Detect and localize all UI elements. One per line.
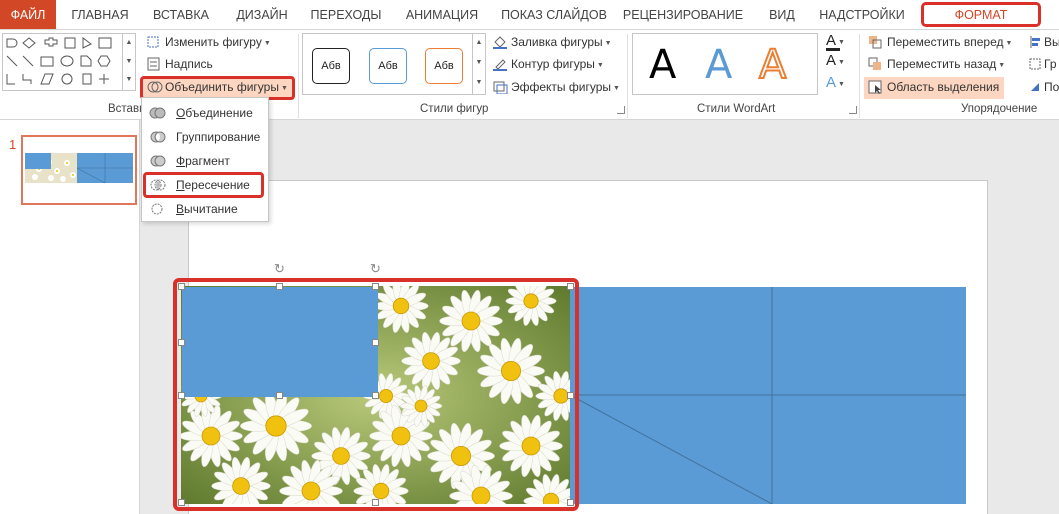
tab-slideshow[interactable]: ПОКАЗ СЛАЙДОВ <box>496 0 612 29</box>
resize-handle[interactable] <box>372 339 379 346</box>
edit-shape-icon <box>146 35 162 49</box>
group-label-shape-styles: Стили фигур <box>420 103 489 115</box>
menu-item-combine[interactable]: Группирование <box>142 126 268 148</box>
tab-home[interactable]: ГЛАВНАЯ <box>66 0 134 29</box>
tab-review[interactable]: РЕЦЕНЗИРОВАНИЕ <box>616 0 750 29</box>
wordart-preset-blue[interactable]: A <box>705 42 732 88</box>
caret-down-icon: ▼ <box>1005 40 1013 47</box>
union-icon <box>149 105 167 128</box>
wordart-gallery[interactable]: A A A <box>632 33 818 95</box>
caret-down-icon: ▼ <box>613 85 620 92</box>
align-button[interactable]: Вы <box>1029 32 1059 52</box>
text-outline-icon[interactable]: A ▼ <box>826 52 845 69</box>
style-preset-black[interactable]: Абв <box>312 48 350 84</box>
caret-down-icon: ▼ <box>280 85 288 92</box>
menu-item-fragment[interactable]: Фрагмент <box>142 150 268 172</box>
bring-forward-button[interactable]: Переместить вперед ▼ <box>868 32 1012 52</box>
slide-thumbnail[interactable] <box>21 135 137 205</box>
selection-pane-icon <box>868 80 884 94</box>
more-icon[interactable]: ▼ <box>473 74 485 94</box>
slide-number: 1 <box>9 137 17 152</box>
menu-item-union[interactable]: Объединение <box>142 102 268 124</box>
tab-insert[interactable]: ВСТАВКА <box>142 0 220 29</box>
resize-handle[interactable] <box>372 392 379 399</box>
wordart-preset-black[interactable]: A <box>649 42 676 88</box>
style-preset-orange[interactable]: Абв <box>425 48 463 84</box>
merge-shapes-icon <box>147 80 163 94</box>
resize-handle[interactable] <box>276 283 283 290</box>
shape-effects-button[interactable]: Эффекты фигуры ▼ <box>492 77 620 97</box>
dialog-launcher-icon[interactable] <box>617 106 625 114</box>
edit-shape-button[interactable]: Изменить фигуру ▼ <box>146 32 271 52</box>
caret-down-icon: ▼ <box>604 40 612 47</box>
wordart-preset-orange[interactable]: A <box>758 41 787 89</box>
combine-icon <box>149 129 167 152</box>
blue-grid-shape[interactable] <box>569 287 966 505</box>
chevron-down-icon[interactable]: ▼ <box>123 53 135 72</box>
effects-icon <box>492 80 508 95</box>
group-separator <box>298 34 299 118</box>
subtract-icon <box>149 201 167 224</box>
resize-handle[interactable] <box>372 283 379 290</box>
align-icon <box>1029 35 1041 49</box>
group-icon <box>1029 57 1041 71</box>
gallery-scroll[interactable]: ▲ ▼ ▼ <box>122 34 135 90</box>
chevron-up-icon[interactable]: ▲ <box>473 34 485 54</box>
paint-bucket-icon <box>492 35 508 49</box>
resize-handle[interactable] <box>178 339 185 346</box>
resize-handle[interactable] <box>372 499 379 506</box>
format-tab-highlight <box>921 2 1041 27</box>
chevron-up-icon[interactable]: ▲ <box>123 34 135 53</box>
shape-styles-gallery[interactable]: Абв Абв Абв ▲ ▼ ▼ <box>302 33 486 95</box>
send-backward-icon <box>868 57 884 71</box>
bring-forward-icon <box>868 35 884 49</box>
text-fill-color-bar <box>826 48 840 51</box>
group-separator <box>627 34 628 118</box>
slides-panel: 1 <box>0 120 140 514</box>
rotate-handle-icon[interactable]: ↻ <box>274 261 285 277</box>
merge-shapes-menu: Объединение Группирование Фрагмент Перес… <box>141 97 269 222</box>
rotate-handle-icon[interactable]: ↻ <box>370 261 381 277</box>
caret-down-icon: ▼ <box>998 62 1006 69</box>
tab-transitions[interactable]: ПЕРЕХОДЫ <box>306 0 386 29</box>
selection-pane-button[interactable]: Область выделения <box>868 77 999 97</box>
resize-handle[interactable] <box>178 392 185 399</box>
send-backward-button[interactable]: Переместить назад ▼ <box>868 54 1005 74</box>
resize-handle[interactable] <box>178 499 185 506</box>
menu-item-subtract[interactable]: Вычитание <box>142 198 268 220</box>
caret-down-icon: ▼ <box>596 62 604 69</box>
resize-handle[interactable] <box>567 499 574 506</box>
group-objects-button[interactable]: Гр <box>1029 54 1057 74</box>
text-box-icon <box>146 57 162 71</box>
rotate-button[interactable]: По <box>1029 77 1059 97</box>
style-preset-blue[interactable]: Абв <box>369 48 407 84</box>
shape-outline-button[interactable]: Контур фигуры ▼ <box>492 54 604 74</box>
group-label-wordart: Стили WordArt <box>697 103 776 115</box>
resize-handle[interactable] <box>178 283 185 290</box>
resize-handle[interactable] <box>567 392 574 399</box>
text-effects-icon[interactable]: A ▼ <box>826 74 845 91</box>
resize-handle[interactable] <box>276 392 283 399</box>
group-separator <box>859 34 860 118</box>
tab-view[interactable]: ВИД <box>760 0 804 29</box>
tab-design[interactable]: ДИЗАЙН <box>226 0 298 29</box>
text-box-button[interactable]: Надпись <box>146 54 213 74</box>
gallery-scroll[interactable]: ▲ ▼ ▼ <box>472 34 485 94</box>
tab-addins[interactable]: НАДСТРОЙКИ <box>812 0 912 29</box>
ribbon-tabs: ФАЙЛ ГЛАВНАЯ ВСТАВКА ДИЗАЙН ПЕРЕХОДЫ АНИ… <box>0 0 1059 30</box>
caret-down-icon: ▼ <box>263 40 271 47</box>
chevron-down-icon[interactable]: ▼ <box>473 54 485 74</box>
resize-handle[interactable] <box>567 283 574 290</box>
dialog-launcher-icon[interactable] <box>849 106 857 114</box>
intersect-highlight <box>143 172 264 198</box>
tab-file[interactable]: ФАЙЛ <box>0 0 56 29</box>
tab-animations[interactable]: АНИМАЦИЯ <box>396 0 488 29</box>
shapes-gallery[interactable]: ▲ ▼ ▼ <box>2 33 136 91</box>
pen-icon <box>492 57 508 71</box>
more-icon[interactable]: ▼ <box>123 71 135 90</box>
shape-fill-button[interactable]: Заливка фигуры ▼ <box>492 32 612 52</box>
rotate-icon <box>1029 80 1041 94</box>
group-label-arrange: Упорядочение <box>961 103 1038 115</box>
text-fill-icon[interactable]: A ▼ <box>826 32 845 49</box>
